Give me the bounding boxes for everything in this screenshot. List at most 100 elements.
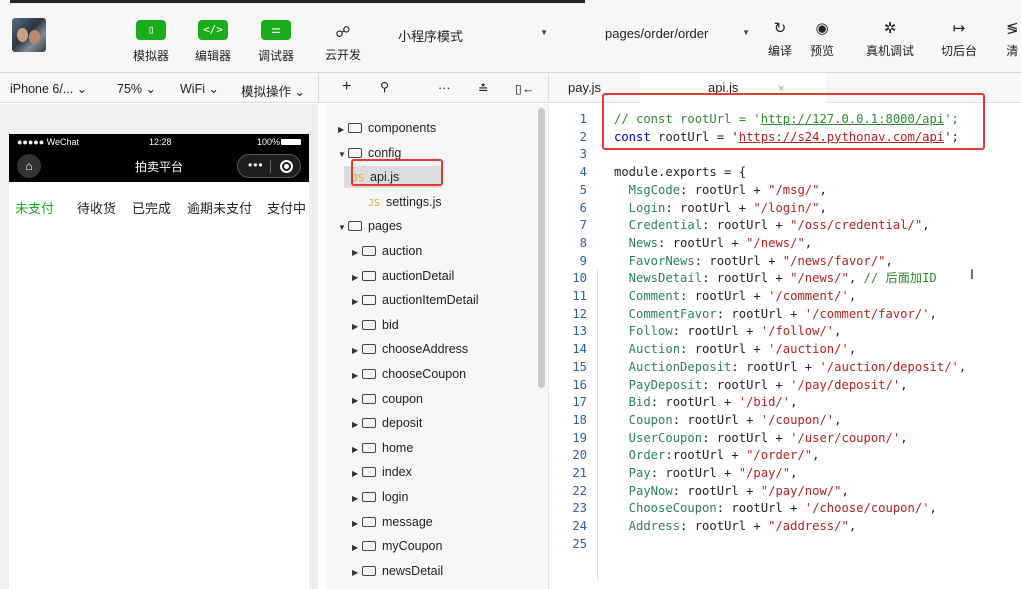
line-number: 15	[572, 359, 587, 374]
network-select[interactable]: WiFi ⌄	[180, 81, 219, 96]
mode-select[interactable]: 小程序模式 ▼	[398, 26, 548, 44]
folder-item[interactable]: ▶ bid	[326, 314, 536, 336]
page-path-select[interactable]: pages/order/order ▼	[605, 26, 750, 44]
chevron-right-icon[interactable]: ▶	[352, 242, 362, 264]
background-button[interactable]: ↦ 切后台	[941, 20, 977, 59]
chevron-right-icon[interactable]: ▶	[338, 119, 348, 141]
code-token: ,	[848, 289, 857, 303]
simulator-button[interactable]: ▯ 模拟器	[121, 20, 181, 64]
chevron-right-icon[interactable]: ▶	[352, 365, 362, 387]
chevron-right-icon[interactable]: ▶	[352, 513, 362, 535]
chevron-right-icon[interactable]: ▶	[352, 537, 362, 559]
debugger-button[interactable]: ⚌ 调试器	[246, 20, 306, 64]
code-line: 24 Address: rootUrl + "/address/",	[549, 517, 1021, 535]
compile-button[interactable]: ↻ 编译	[768, 20, 792, 59]
folder-icon	[362, 295, 376, 306]
order-tab-to-receive[interactable]: 待收货	[77, 198, 116, 217]
search-icon[interactable]: ⚲	[380, 79, 389, 94]
cloud-button[interactable]: ☍ 云开发	[325, 24, 361, 63]
code-text: Coupon: rootUrl + '/coupon/',	[614, 411, 842, 429]
order-tab-paying[interactable]: 支付中	[267, 198, 306, 217]
layout-icon[interactable]: ▯←	[515, 81, 534, 96]
line-number: 11	[572, 289, 587, 303]
chevron-right-icon[interactable]: ▶	[352, 439, 362, 461]
folder-item[interactable]: ▶ components	[326, 117, 536, 139]
code-text: PayNow: rootUrl + "/pay/now/",	[614, 482, 849, 500]
preview-button[interactable]: ◉ 预览	[810, 20, 834, 59]
folder-icon	[362, 319, 376, 330]
chevron-right-icon[interactable]: ▶	[352, 316, 362, 338]
chevron-down-icon[interactable]: ▼	[338, 217, 348, 239]
battery-icon	[281, 139, 301, 145]
folder-item[interactable]: ▶ newsDetail	[326, 560, 536, 582]
folder-item[interactable]: ▶ login	[326, 486, 536, 508]
folder-item[interactable]: ▶ deposit	[326, 412, 536, 434]
folder-item[interactable]: ▶ auction	[326, 240, 536, 262]
more-icon[interactable]: ···	[438, 81, 451, 95]
code-token: MsgCode	[614, 182, 681, 197]
folder-icon	[362, 418, 376, 429]
chevron-right-icon[interactable]: ▶	[352, 488, 362, 510]
folder-item[interactable]: ▶ home	[326, 437, 536, 459]
code-text: Bid: rootUrl + '/bid/',	[614, 393, 798, 411]
folder-item[interactable]: ▶ chooseCoupon	[326, 363, 536, 385]
debugger-label: 调试器	[257, 49, 294, 63]
line-number: 21	[572, 466, 587, 480]
sim-ops-select[interactable]: 模拟操作 ⌄	[241, 81, 305, 100]
file-tree-scrollbar[interactable]	[538, 108, 545, 388]
code-token: :rootUrl +	[665, 448, 747, 463]
more-icon[interactable]: •••	[248, 158, 264, 172]
code-line: 6 Login: rootUrl + "/login/",	[549, 199, 1021, 217]
code-token: module.exports = {	[614, 165, 747, 180]
folder-item[interactable]: ▶ auctionItemDetail	[326, 289, 536, 311]
code-token: Comment	[614, 289, 681, 303]
folder-item[interactable]: ▶ myCoupon	[326, 535, 536, 557]
chevron-right-icon[interactable]: ▶	[352, 267, 362, 289]
close-target-icon[interactable]	[280, 160, 293, 173]
chevron-right-icon[interactable]: ▶	[352, 414, 362, 436]
user-avatar[interactable]	[12, 18, 46, 52]
folder-item[interactable]: ▶ message	[326, 511, 536, 533]
device-select[interactable]: iPhone 6/... ⌄	[10, 81, 87, 96]
code-token: Credential	[614, 218, 703, 233]
line-number: 20	[572, 448, 587, 463]
chevron-right-icon[interactable]: ▶	[352, 562, 362, 584]
window-top-line	[10, 0, 585, 3]
order-tab-completed[interactable]: 已完成	[132, 198, 171, 217]
file-item[interactable]: JS settings.js	[326, 191, 536, 213]
code-token: : rootUrl +	[672, 324, 761, 339]
text-cursor-icon: I	[970, 266, 974, 282]
line-number: 10	[572, 271, 587, 286]
clear-button[interactable]: ≶ 清	[1006, 20, 1019, 59]
folder-item[interactable]: ▶ coupon	[326, 388, 536, 410]
code-token: ,	[922, 218, 930, 233]
zoom-select[interactable]: 75% ⌄	[117, 81, 156, 96]
chevron-right-icon[interactable]: ▶	[352, 291, 362, 313]
chevron-right-icon[interactable]: ▶	[352, 340, 362, 362]
code-token: NewsDetail	[614, 271, 703, 286]
folder-item[interactable]: ▶ chooseAddress	[326, 338, 536, 360]
order-tab-overdue[interactable]: 逾期未支付	[187, 198, 252, 217]
mini-program-capsule[interactable]: •••	[237, 154, 301, 178]
folder-item[interactable]: ▶ auctionDetail	[326, 265, 536, 287]
folder-item[interactable]: ▶ index	[326, 461, 536, 483]
chevron-right-icon[interactable]: ▶	[352, 390, 362, 412]
chevron-down-icon[interactable]: ▼	[338, 144, 348, 166]
code-editor[interactable]: 1// const rootUrl = 'http://127.0.0.1:80…	[548, 104, 1021, 589]
remote-debug-button[interactable]: ✲ 真机调试	[866, 20, 914, 59]
folder-item[interactable]: ▼ pages	[326, 215, 536, 237]
code-text: News: rootUrl + "/news/",	[614, 234, 812, 252]
editor-button[interactable]: </> 编辑器	[183, 20, 243, 64]
code-token: PayNow	[614, 483, 673, 498]
line-number: 6	[579, 200, 587, 215]
folder-open-icon	[348, 147, 362, 158]
folder-icon	[362, 467, 376, 478]
add-file-icon[interactable]: +	[342, 78, 351, 96]
code-token: '/user/coupon/'	[790, 430, 901, 445]
code-line: 9 FavorNews: rootUrl + "/news/favor/",	[549, 252, 1021, 270]
order-tab-unpaid[interactable]: 未支付	[15, 198, 54, 217]
collapse-icon[interactable]: ≛	[478, 81, 488, 96]
folder-icon	[348, 123, 362, 133]
tree-item-label: settings.js	[386, 194, 442, 209]
chevron-right-icon[interactable]: ▶	[352, 463, 362, 485]
